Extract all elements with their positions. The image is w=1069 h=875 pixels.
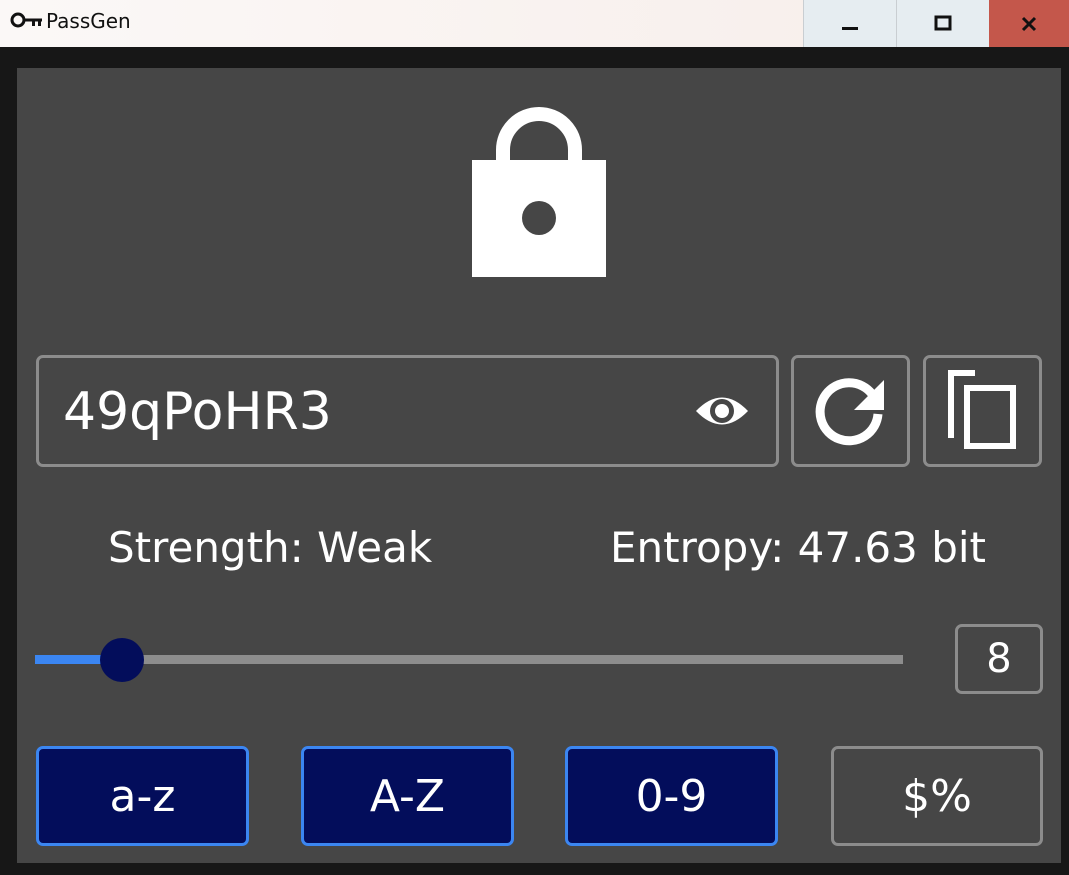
minimize-button[interactable] (803, 0, 896, 47)
key-icon (10, 12, 42, 28)
eye-icon[interactable] (694, 390, 750, 432)
toggle-digits[interactable]: 0-9 (565, 746, 778, 846)
lock-icon (472, 107, 606, 277)
close-button[interactable] (989, 0, 1069, 47)
toggle-lowercase[interactable]: a-z (36, 746, 249, 846)
regenerate-button[interactable] (791, 355, 910, 467)
minimize-icon (842, 26, 858, 30)
title-bar: PassGen (0, 0, 1069, 47)
strength-label: Strength: Weak (108, 523, 433, 572)
length-slider[interactable] (35, 655, 903, 664)
password-field[interactable]: 49qPoHR3 (36, 355, 779, 467)
maximize-icon (934, 15, 952, 30)
toggle-label: a-z (109, 770, 176, 822)
toggle-label: 0-9 (635, 770, 708, 822)
length-value[interactable]: 8 (955, 624, 1043, 694)
toggle-uppercase[interactable]: A-Z (301, 746, 514, 846)
entropy-label: Entropy: 47.63 bit (610, 523, 987, 572)
refresh-icon (815, 378, 884, 446)
slider-thumb[interactable] (99, 638, 144, 682)
toggle-label: A-Z (369, 770, 446, 822)
password-value: 49qPoHR3 (63, 382, 332, 442)
copy-button[interactable] (923, 355, 1042, 467)
close-icon (1021, 16, 1037, 31)
window-title: PassGen (46, 9, 131, 33)
toggle-label: $% (902, 770, 972, 822)
copy-icon (947, 370, 1016, 449)
main-panel: 49qPoHR3 Strength: Weak Entropy: 47.63 b… (17, 68, 1061, 863)
toggle-symbols[interactable]: $% (831, 746, 1043, 846)
maximize-button[interactable] (896, 0, 989, 47)
